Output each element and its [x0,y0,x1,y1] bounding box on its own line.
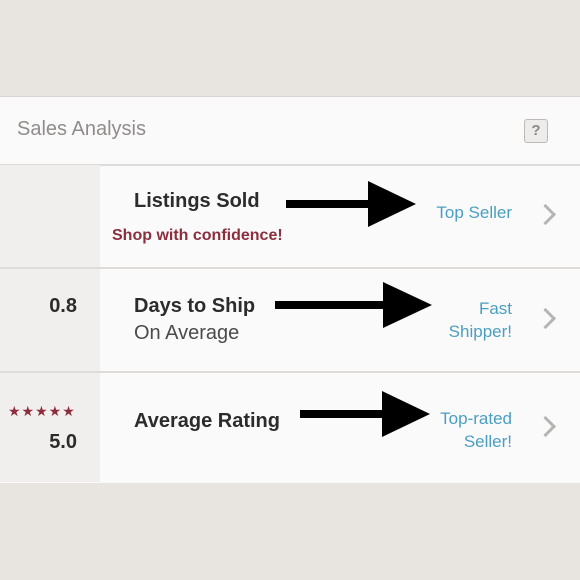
average-rating-row[interactable]: ★★★★★ 5.0 Average Rating Top-rated Selle… [0,373,580,482]
star-rating: ★★★★★ [8,403,76,419]
card-header: Sales Analysis ? [0,97,580,166]
promo-text: Shop with confidence! [112,227,283,244]
row-label: Listings Sold [134,190,260,212]
top-seller-badge[interactable]: Top Seller [436,201,512,224]
sales-analysis-card: Sales Analysis ? Listings Sold Shop with… [0,96,580,485]
top-rated-seller-badge[interactable]: Top-rated Seller! [440,407,512,453]
days-to-ship-row[interactable]: 0.8 Days to Ship On Average Fast Shipper… [0,269,580,373]
row-label: Average Rating [134,410,280,432]
arrow-right-icon [275,282,432,328]
stat-cell [0,165,100,267]
badge-line: Top-rated [440,409,512,428]
days-value: 0.8 [49,295,77,317]
listings-sold-row[interactable]: Listings Sold Shop with confidence! Top … [0,165,580,269]
chevron-right-icon[interactable] [534,415,557,438]
chevron-right-icon[interactable] [534,203,557,226]
top-background [0,0,580,96]
badge-line: Seller! [463,432,512,451]
badge-line: Shipper! [448,322,512,341]
row-label: Days to Ship [134,295,256,317]
stat-cell: ★★★★★ 5.0 [0,373,100,482]
arrow-right-icon [300,391,430,437]
card-title: Sales Analysis [17,118,146,140]
fast-shipper-badge[interactable]: Fast Shipper! [449,297,512,343]
arrow-right-icon [286,181,416,227]
badge-line: Fast [478,299,512,318]
help-icon[interactable]: ? [524,119,548,143]
chevron-right-icon[interactable] [534,307,557,330]
bottom-background [0,483,580,580]
stat-cell: 0.8 [0,269,100,371]
row-sublabel: On Average [134,322,240,344]
rating-value: 5.0 [49,431,77,453]
